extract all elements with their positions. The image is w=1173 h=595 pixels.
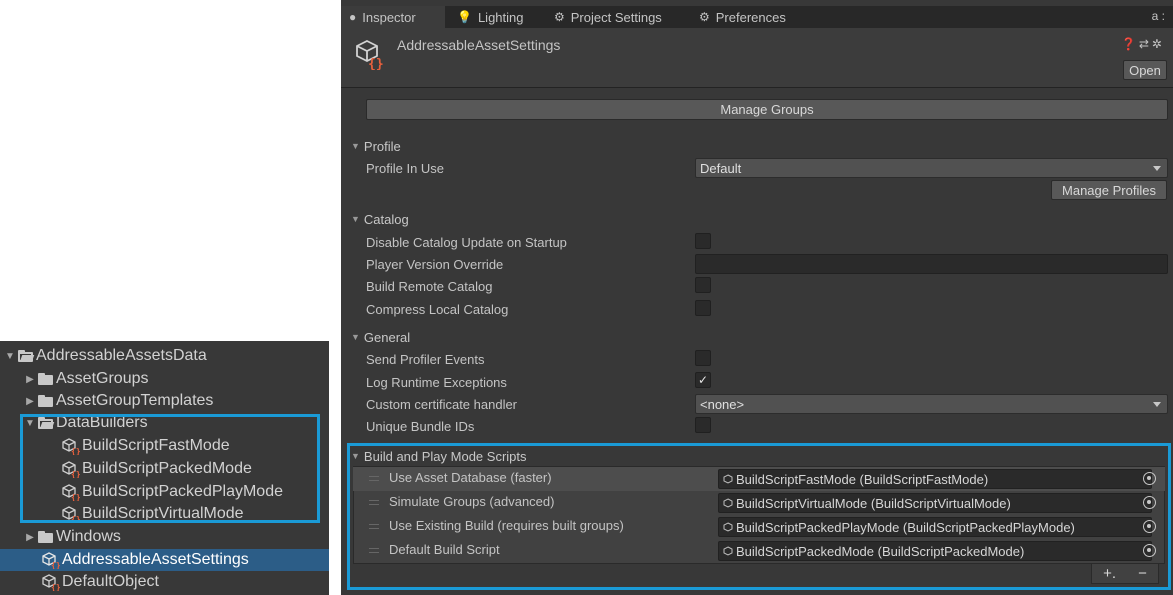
tree-item-label: DefaultObject: [62, 573, 159, 590]
expand-arrow-icon[interactable]: ▼: [4, 350, 16, 362]
player-version-override-input[interactable]: [695, 254, 1168, 274]
build-remote-catalog-checkbox[interactable]: [695, 277, 711, 293]
certificate-handler-dropdown[interactable]: <none>: [695, 394, 1168, 414]
tab-preferences[interactable]: ⚙ Preferences: [691, 6, 794, 28]
section-title: Profile: [363, 138, 401, 154]
tree-item-addressableassetsdata[interactable]: ▼ AddressableAssetsData: [0, 345, 329, 367]
tab-bar: ● Inspector 💡 Lighting ⚙ Project Setting…: [341, 6, 1173, 28]
section-title: General: [363, 329, 411, 345]
tab-label: Project Settings: [570, 9, 662, 25]
gear-icon: ⚙: [699, 10, 710, 24]
tab-inspector[interactable]: ● Inspector: [341, 6, 445, 28]
disable-catalog-update-checkbox[interactable]: [695, 233, 711, 249]
dropdown-caret-icon: [1153, 166, 1161, 171]
foldout-arrow-icon: ▼: [351, 332, 360, 342]
inspector-header: {} AddressableAssetSettings ❓⇄✲ Open: [341, 28, 1173, 88]
section-catalog[interactable]: ▼ Catalog: [351, 210, 409, 228]
tree-item-label: AssetGroupTemplates: [56, 392, 214, 409]
folder-open-icon: [18, 350, 35, 362]
tab-label: Lighting: [477, 9, 524, 25]
tree-item-label: AssetGroups: [56, 370, 149, 387]
tree-item-label: Windows: [56, 528, 121, 545]
section-title: Catalog: [363, 211, 409, 227]
section-general[interactable]: ▼ General: [351, 328, 410, 346]
disable-catalog-update-label: Disable Catalog Update on Startup: [366, 234, 567, 250]
tab-lighting[interactable]: 💡 Lighting: [449, 6, 532, 28]
section-profile[interactable]: ▼ Profile: [351, 137, 401, 155]
player-version-override-label: Player Version Override: [366, 256, 504, 272]
collapse-arrow-icon[interactable]: ▶: [24, 531, 36, 543]
manage-groups-button[interactable]: Manage Groups: [366, 99, 1168, 120]
custom-certificate-handler-label: Custom certificate handler: [366, 396, 518, 412]
svg-text:{}: {}: [51, 561, 60, 569]
profile-in-use-label: Profile In Use: [366, 160, 445, 176]
build-remote-catalog-label: Build Remote Catalog: [366, 278, 493, 294]
gear-icon: ⚙: [554, 10, 565, 24]
tree-item-defaultobject[interactable]: {} DefaultObject: [0, 571, 329, 593]
folder-icon: [38, 531, 53, 543]
tab-label: Preferences: [715, 9, 786, 25]
send-profiler-events-label: Send Profiler Events: [366, 351, 485, 367]
bulb-icon: 💡: [457, 10, 472, 24]
tree-item-label: AddressableAssetSettings: [62, 551, 249, 568]
inspector-window: ● Inspector 💡 Lighting ⚙ Project Setting…: [341, 0, 1173, 595]
highlight-box-build-scripts: [347, 443, 1171, 590]
tree-item-assetgroups[interactable]: ▶ AssetGroups: [0, 368, 329, 390]
log-runtime-exceptions-checkbox[interactable]: ✓: [695, 372, 711, 388]
compress-local-catalog-checkbox[interactable]: [695, 300, 711, 316]
tree-item-label: AddressableAssetsData: [36, 347, 207, 364]
folder-icon: [38, 395, 53, 407]
tree-item-addressableassetsettings[interactable]: {} AddressableAssetSettings: [0, 549, 329, 571]
tab-project-settings[interactable]: ⚙ Project Settings: [546, 6, 670, 28]
tab-label: Inspector: [362, 9, 416, 25]
certificate-handler-value: <none>: [700, 396, 745, 412]
svg-text:{}: {}: [368, 57, 384, 70]
asset-title: AddressableAssetSettings: [397, 37, 561, 53]
scriptable-asset-icon: {}: [42, 574, 60, 591]
highlight-box-databuilders: [20, 414, 320, 523]
lock-menu-icon[interactable]: a :: [1152, 9, 1165, 23]
compress-local-catalog-label: Compress Local Catalog: [366, 301, 509, 317]
dropdown-caret-icon: [1153, 402, 1161, 407]
send-profiler-events-checkbox[interactable]: [695, 350, 711, 366]
unique-bundle-ids-label: Unique Bundle IDs: [366, 418, 475, 434]
open-button[interactable]: Open: [1123, 60, 1167, 80]
info-icon: ●: [349, 10, 357, 24]
foldout-arrow-icon: ▼: [351, 141, 360, 151]
manage-profiles-button[interactable]: Manage Profiles: [1051, 180, 1167, 200]
scriptable-asset-icon: {}: [42, 552, 60, 569]
profile-value: Default: [700, 160, 742, 176]
profile-dropdown[interactable]: Default: [695, 158, 1168, 178]
folder-icon: [38, 373, 53, 385]
collapse-arrow-icon[interactable]: ▶: [24, 395, 36, 407]
foldout-arrow-icon: ▼: [351, 214, 360, 224]
svg-text:{}: {}: [51, 583, 60, 591]
collapse-arrow-icon[interactable]: ▶: [24, 373, 36, 385]
unique-bundle-ids-checkbox[interactable]: [695, 417, 711, 433]
tree-item-windows[interactable]: ▶ Windows: [0, 526, 329, 548]
tree-item-assetgrouptemplates[interactable]: ▶ AssetGroupTemplates: [0, 390, 329, 412]
scriptable-asset-icon: {}: [356, 39, 384, 70]
header-tools-icons[interactable]: ❓⇄✲: [1121, 37, 1165, 51]
log-runtime-exceptions-label: Log Runtime Exceptions: [366, 374, 507, 390]
